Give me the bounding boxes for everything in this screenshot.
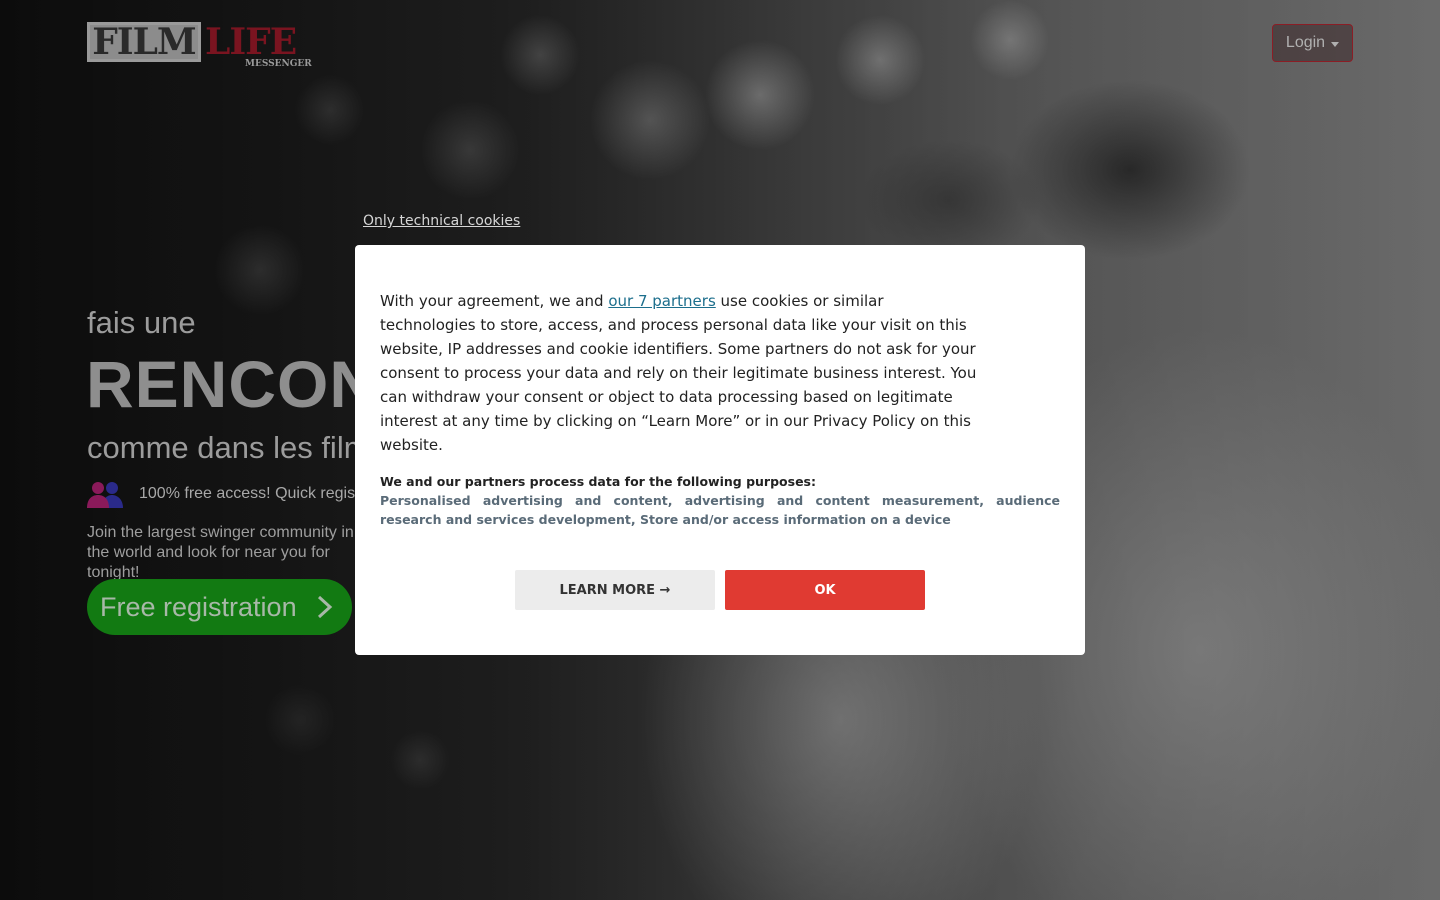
ok-button[interactable]: OK [725, 570, 925, 610]
only-technical-cookies-link[interactable]: Only technical cookies [363, 213, 520, 229]
purposes-heading: We and our partners process data for the… [380, 474, 816, 489]
purposes-list: Personalised advertising and content, ad… [380, 493, 1060, 527]
users-icon [87, 482, 123, 508]
consent-intro: With your agreement, we and our 7 partne… [380, 289, 980, 457]
consent-actions: LEARN MORE → OK [515, 570, 925, 610]
partners-link[interactable]: our 7 partners [608, 292, 715, 310]
logo-tagline: MESSENGER [245, 59, 312, 69]
logo-film-text: FILM [87, 22, 201, 62]
hero-kicker: fais une [87, 305, 196, 340]
login-dropdown-button[interactable]: Login [1272, 24, 1353, 62]
site-logo[interactable]: FILM LIFE MESSENGER [87, 21, 312, 70]
free-registration-button[interactable]: Free registration [87, 579, 352, 635]
chevron-right-icon [317, 595, 333, 619]
consent-intro-end: use cookies or similar technologies to s… [380, 292, 977, 454]
consent-intro-start: With your agreement, we and [380, 292, 609, 310]
register-label: Free registration [100, 591, 297, 622]
caret-down-icon [1331, 41, 1340, 47]
feature-row: 100% free access! Quick registration [87, 480, 400, 508]
hero-subtitle: comme dans les films [87, 430, 386, 465]
logo-life-text: LIFE [205, 21, 297, 63]
login-label: Login [1285, 34, 1326, 51]
learn-more-button[interactable]: LEARN MORE → [515, 570, 715, 610]
hero-description: Join the largest swinger community in th… [87, 524, 354, 581]
cookie-consent-dialog: With your agreement, we and our 7 partne… [355, 245, 1085, 655]
